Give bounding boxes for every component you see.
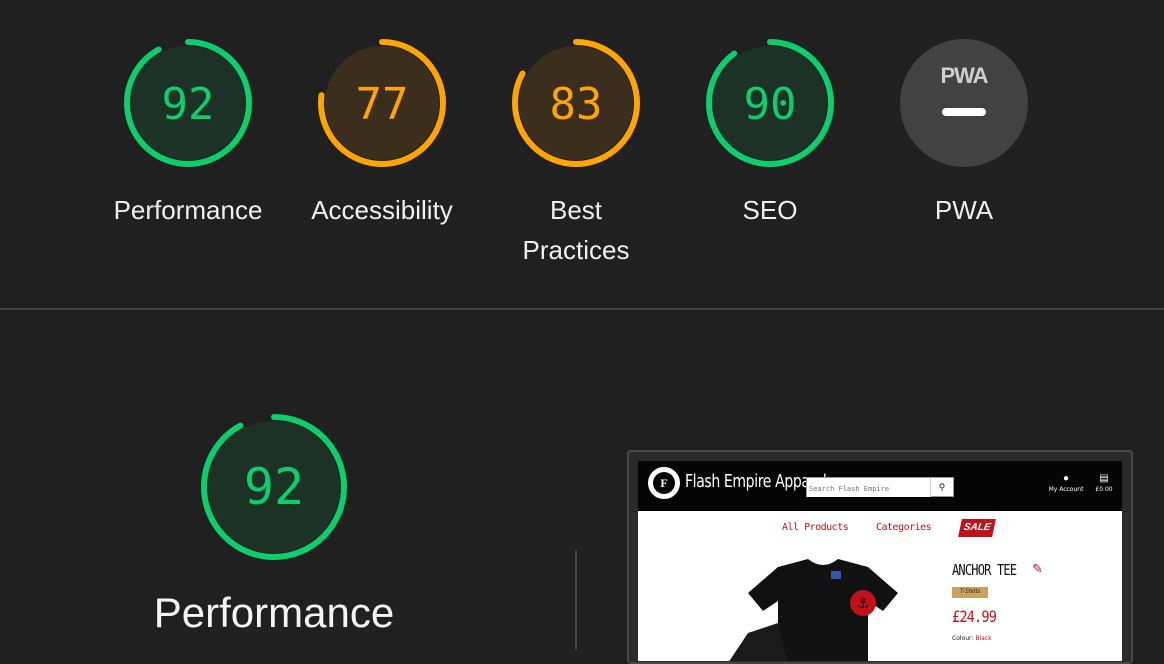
performance-detail-score: 92 (244, 458, 304, 516)
site-logo-icon: F (648, 467, 680, 499)
gauge-performance-label: Performance (113, 195, 263, 225)
user-icon: ● (1062, 473, 1070, 484)
site-nav-sale: SALE (958, 519, 996, 537)
site-account: ● My Account (1046, 473, 1086, 495)
product-tag: T-Shirts (952, 587, 988, 598)
gauge-performance-ring: 92 (124, 39, 252, 167)
site-nav: All Products Categories SALE (638, 519, 1122, 539)
gauge-pwa[interactable]: PWA PWA (879, 38, 1049, 230)
gauge-best-practices-score: 83 (550, 79, 603, 130)
gauge-best-practices[interactable]: 83 Best Practices (491, 38, 661, 270)
gauge-performance-score: 92 (162, 79, 215, 130)
product-name: ANCHOR TEE (952, 561, 1017, 579)
pwa-badge-text: PWA (940, 63, 988, 88)
gauge-pwa-label: PWA (934, 195, 994, 225)
pwa-dash-icon (942, 108, 986, 116)
basket-icon: ▤ (1099, 473, 1109, 484)
section-divider (0, 308, 1164, 310)
site-cart: ▤ £0.00 (1084, 473, 1122, 495)
gauge-seo-label: SEO (742, 195, 798, 225)
performance-detail-title: Performance (153, 589, 395, 636)
performance-detail-gauge: 92 (199, 412, 349, 567)
site-search-icon: ⚲ (930, 477, 954, 497)
product-colour: Colour: Black (952, 635, 992, 642)
detail-divider (575, 550, 577, 650)
site-search-field (806, 477, 932, 497)
site-screenshot: F Flash Empire Apparel ⚲ ● My Account ▤ … (638, 461, 1122, 661)
site-nav-categories: Categories (876, 522, 932, 533)
final-screenshot-thumbnail[interactable]: F Flash Empire Apparel ⚲ ● My Account ▤ … (627, 450, 1133, 664)
gauge-best-practices-label: Best Practices (522, 195, 630, 265)
product-price: £24.99 (952, 607, 997, 626)
performance-detail-ring: 92 (201, 414, 347, 560)
site-nav-all-products: All Products (782, 522, 849, 533)
gauge-accessibility[interactable]: 77 Accessibility (297, 38, 467, 230)
gauge-performance[interactable]: 92 Performance (103, 38, 273, 230)
gauge-best-practices-ring: 83 (512, 39, 640, 167)
gauge-accessibility-label: Accessibility (311, 195, 453, 225)
site-search-input (807, 481, 931, 497)
pwa-badge-icon: PWA (900, 39, 1028, 167)
pencil-icon: ✎ (1032, 561, 1043, 576)
tshirt-image: ⚓ (729, 559, 898, 661)
gauge-seo[interactable]: 90 SEO (685, 38, 855, 230)
gauge-accessibility-ring: 77 (318, 39, 446, 167)
gauge-seo-ring: 90 (706, 39, 834, 167)
category-scores: 92 Performance 77 Accessibility 83 Best … (0, 0, 1164, 308)
gauge-accessibility-score: 77 (356, 79, 409, 130)
svg-text:⚓: ⚓ (857, 596, 870, 612)
site-header: F Flash Empire Apparel ⚲ ● My Account ▤ … (638, 461, 1122, 511)
gauge-seo-score: 90 (744, 79, 797, 130)
